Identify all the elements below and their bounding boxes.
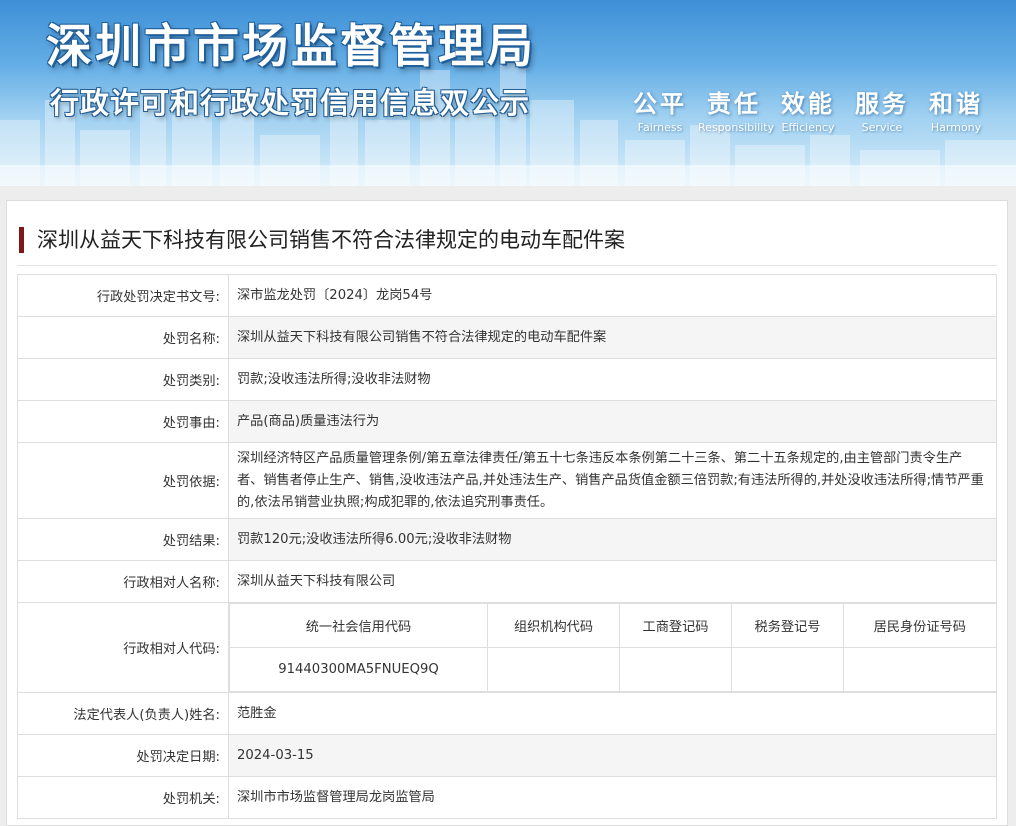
penalty-reason-label: 处罚事由: (17, 400, 229, 443)
content-panel: 深圳从益天下科技有限公司销售不符合法律规定的电动车配件案 行政处罚决定书文号: … (6, 200, 1008, 826)
party-code-header-row: 统一社会信用代码 组织机构代码 工商登记码 税务登记号 居民身份证号码 (229, 603, 997, 648)
penalty-name-value: 深圳从益天下科技有限公司销售不符合法律规定的电动车配件案 (228, 316, 997, 359)
motto-en: Service (861, 121, 903, 134)
heading-accent-bar (19, 227, 24, 253)
legal-rep-value: 范胜金 (228, 692, 997, 735)
table-row: 处罚类别: 罚款;没收违法所得;没收非法财物 (17, 358, 997, 401)
agency-title: 深圳市市场监督管理局 (46, 19, 536, 73)
motto-service: 服务 Service (846, 84, 918, 134)
penalty-info-table: 行政处罚决定书文号: 深市监龙处罚〔2024〕龙岗54号 处罚名称: 深圳从益天… (17, 274, 997, 819)
motto-cn: 公平 (633, 90, 687, 118)
table-row: 处罚机关: 深圳市市场监督管理局龙岗监管局 (17, 776, 997, 819)
authority-label: 处罚机关: (17, 776, 229, 819)
motto-en: Responsibility (698, 121, 775, 134)
case-title: 深圳从益天下科技有限公司销售不符合法律规定的电动车配件案 (37, 228, 625, 252)
motto-cn: 服务 (855, 90, 909, 118)
decision-date-value: 2024-03-15 (228, 734, 997, 777)
table-row: 处罚名称: 深圳从益天下科技有限公司销售不符合法律规定的电动车配件案 (17, 316, 997, 359)
party-code-value-row: 91440300MA5FNUEQ9Q (229, 647, 997, 692)
org-code-value (487, 647, 620, 692)
uscc-header: 统一社会信用代码 (229, 603, 488, 648)
table-row: 处罚结果: 罚款120元;没收违法所得6.00元;没收非法财物 (17, 518, 997, 561)
motto-group: 公平 Fairness 责任 Responsibility 效能 Efficie… (624, 84, 994, 134)
org-code-header: 组织机构代码 (487, 603, 620, 648)
tax-reg-value (731, 647, 844, 692)
motto-en: Efficiency (781, 121, 835, 134)
doc-no-value: 深市监龙处罚〔2024〕龙岗54号 (228, 274, 997, 317)
penalty-reason-value: 产品(商品)质量违法行为 (228, 400, 997, 443)
header-banner: 深圳市市场监督管理局 行政许可和行政处罚信用信息双公示 公平 Fairness … (0, 0, 1016, 186)
penalty-type-value: 罚款;没收违法所得;没收非法财物 (228, 358, 997, 401)
motto-en: Harmony (930, 121, 982, 134)
party-code-table: 统一社会信用代码 组织机构代码 工商登记码 税务登记号 居民身份证号码 9144… (229, 603, 997, 692)
party-code-cell: 统一社会信用代码 组织机构代码 工商登记码 税务登记号 居民身份证号码 9144… (229, 603, 997, 693)
penalty-type-label: 处罚类别: (17, 358, 229, 401)
motto-harmony: 和谐 Harmony (920, 84, 992, 134)
decision-date-label: 处罚决定日期: (17, 734, 229, 777)
penalty-basis-label: 处罚依据: (17, 442, 229, 519)
motto-cn: 责任 (707, 90, 761, 118)
authority-value: 深圳市市场监督管理局龙岗监管局 (228, 776, 997, 819)
penalty-result-value: 罚款120元;没收违法所得6.00元;没收非法财物 (228, 518, 997, 561)
site-subtitle: 行政许可和行政处罚信用信息双公示 (50, 86, 531, 120)
tax-reg-header: 税务登记号 (731, 603, 844, 648)
table-row: 行政处罚决定书文号: 深市监龙处罚〔2024〕龙岗54号 (17, 274, 997, 317)
case-heading: 深圳从益天下科技有限公司销售不符合法律规定的电动车配件案 (17, 225, 997, 266)
motto-efficiency: 效能 Efficiency (772, 84, 844, 134)
motto-cn: 和谐 (929, 90, 983, 118)
biz-reg-value (619, 647, 732, 692)
penalty-basis-value: 深圳经济特区产品质量管理条例/第五章法律责任/第五十七条违反本条例第二十三条、第… (228, 442, 997, 519)
penalty-name-label: 处罚名称: (17, 316, 229, 359)
id-card-value (843, 647, 997, 692)
table-row: 行政相对人代码: 统一社会信用代码 组织机构代码 工商登记码 税务登记号 居民身… (17, 602, 997, 693)
table-row: 行政相对人名称: 深圳从益天下科技有限公司 (17, 560, 997, 603)
doc-no-label: 行政处罚决定书文号: (17, 274, 229, 317)
party-name-value: 深圳从益天下科技有限公司 (228, 560, 997, 603)
uscc-value: 91440300MA5FNUEQ9Q (229, 647, 488, 692)
biz-reg-header: 工商登记码 (619, 603, 732, 648)
motto-en: Fairness (637, 121, 683, 134)
table-row: 处罚依据: 深圳经济特区产品质量管理条例/第五章法律责任/第五十七条违反本条例第… (17, 442, 997, 519)
motto-fairness: 公平 Fairness (624, 84, 696, 134)
table-row: 法定代表人(负责人)姓名: 范胜金 (17, 692, 997, 735)
table-row: 处罚事由: 产品(商品)质量违法行为 (17, 400, 997, 443)
motto-cn: 效能 (781, 90, 835, 118)
id-card-header: 居民身份证号码 (843, 603, 997, 648)
motto-responsibility: 责任 Responsibility (698, 84, 775, 134)
party-code-label: 行政相对人代码: (17, 602, 229, 693)
table-row: 处罚决定日期: 2024-03-15 (17, 734, 997, 777)
legal-rep-label: 法定代表人(负责人)姓名: (17, 692, 229, 735)
party-name-label: 行政相对人名称: (17, 560, 229, 603)
penalty-result-label: 处罚结果: (17, 518, 229, 561)
